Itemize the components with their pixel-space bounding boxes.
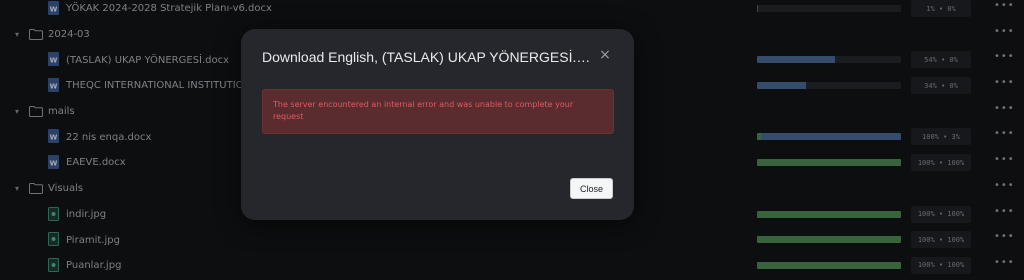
- dialog-title: Download English, (TASLAK) UKAP YÖNERGES…: [262, 49, 592, 65]
- close-icon[interactable]: ×: [597, 47, 613, 63]
- close-button[interactable]: Close: [570, 178, 613, 199]
- download-dialog: Download English, (TASLAK) UKAP YÖNERGES…: [241, 29, 634, 220]
- error-message: The server encountered an internal error…: [273, 100, 574, 121]
- error-alert: The server encountered an internal error…: [262, 89, 614, 134]
